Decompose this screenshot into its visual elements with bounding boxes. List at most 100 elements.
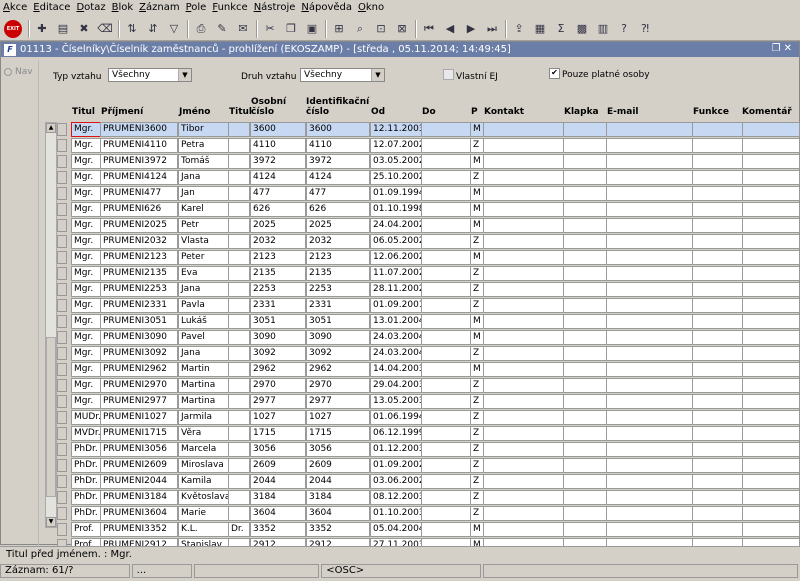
cell-p[interactable]: Z [470, 346, 484, 361]
cell-kontakt[interactable] [483, 154, 564, 169]
table-row[interactable]: Mgr. PRUMENI477 Jan 477 477 01.09.1994 M [57, 186, 800, 202]
cancel-query-icon[interactable]: ⊠ [394, 21, 410, 37]
cell-titul[interactable]: Mgr. [71, 266, 101, 281]
cell-prijmeni[interactable]: PRUMENI3184 [100, 490, 178, 505]
cell-email[interactable] [606, 298, 693, 313]
table-row[interactable]: Mgr. PRUMENI3090 Pavel 3090 3090 24.03.2004 M [57, 330, 800, 346]
menu-item-0[interactable]: Akce [0, 0, 30, 16]
cell-kontakt[interactable] [483, 490, 564, 505]
cell-jmeno[interactable]: Miroslava [178, 458, 229, 473]
menu-item-5[interactable]: Pole [183, 0, 210, 16]
prev-record-icon[interactable]: ◀ [442, 21, 458, 37]
cell-kontakt[interactable] [483, 202, 564, 217]
cell-do[interactable] [421, 186, 471, 201]
cell-funkce[interactable] [692, 314, 743, 329]
cell-do[interactable] [421, 362, 471, 377]
cell-prijmeni[interactable]: PRUMENI3051 [100, 314, 178, 329]
cell-email[interactable] [606, 138, 693, 153]
help-icon[interactable]: ? [616, 21, 632, 37]
row-selector[interactable] [57, 523, 67, 536]
cell-titul[interactable]: Mgr. [71, 282, 101, 297]
cell-do[interactable] [421, 202, 471, 217]
cell-komentar[interactable] [742, 218, 800, 233]
cell-titul2[interactable] [228, 266, 250, 281]
cell-p[interactable]: Z [470, 170, 484, 185]
cell-osobni-cislo[interactable]: 2970 [250, 378, 306, 393]
cell-od[interactable]: 28.11.2002 [370, 282, 422, 297]
cell-osobni-cislo[interactable]: 1027 [250, 410, 306, 425]
cell-funkce[interactable] [692, 426, 743, 441]
cell-osobni-cislo[interactable]: 3972 [250, 154, 306, 169]
document-icon[interactable]: ▦ [532, 21, 548, 37]
cell-od[interactable]: 01.09.2002 [370, 458, 422, 473]
cell-identifikacni-cislo[interactable]: 1027 [306, 410, 370, 425]
chevron-down-icon[interactable]: ▼ [371, 69, 384, 81]
context-help-icon[interactable]: ⁈ [637, 21, 653, 37]
cell-titul2[interactable] [228, 250, 250, 265]
cell-komentar[interactable] [742, 522, 800, 537]
cell-od[interactable]: 01.12.2003 [370, 442, 422, 457]
cell-titul[interactable]: Mgr. [71, 138, 101, 153]
row-selector[interactable] [57, 411, 67, 424]
cell-od[interactable]: 01.10.2003 [370, 506, 422, 521]
cell-titul[interactable]: PhDr. [71, 490, 101, 505]
cell-do[interactable] [421, 378, 471, 393]
cell-jmeno[interactable]: Květoslava [178, 490, 229, 505]
table-row[interactable]: Mgr. PRUMENI626 Karel 626 626 01.10.1998 M [57, 202, 800, 218]
cell-do[interactable] [421, 394, 471, 409]
cell-titul2[interactable] [228, 330, 250, 345]
cell-p[interactable]: Z [470, 394, 484, 409]
clear-record-icon[interactable]: ⌫ [97, 21, 113, 37]
cell-osobni-cislo[interactable]: 626 [250, 202, 306, 217]
cell-od[interactable]: 01.09.1994 [370, 186, 422, 201]
menu-item-8[interactable]: Nápověda [298, 0, 355, 16]
cell-identifikacni-cislo[interactable]: 626 [306, 202, 370, 217]
cell-od[interactable]: 01.10.1998 [370, 202, 422, 217]
table-row[interactable]: Mgr. PRUMENI3972 Tomáš 3972 3972 03.05.2002 M [57, 154, 800, 170]
delete-record-icon[interactable]: ✖ [76, 21, 92, 37]
cell-email[interactable] [606, 378, 693, 393]
row-selector[interactable] [57, 219, 67, 232]
cell-p[interactable]: Z [470, 442, 484, 457]
cell-osobni-cislo[interactable]: 2253 [250, 282, 306, 297]
cell-identifikacni-cislo[interactable]: 2962 [306, 362, 370, 377]
cell-email[interactable] [606, 122, 693, 137]
table-row[interactable]: Mgr. PRUMENI2962 Martin 2962 2962 14.04.2003 M [57, 362, 800, 378]
cell-titul[interactable]: Mgr. [71, 154, 101, 169]
cell-jmeno[interactable]: Věra [178, 426, 229, 441]
cell-do[interactable] [421, 490, 471, 505]
cell-komentar[interactable] [742, 410, 800, 425]
cell-titul2[interactable] [228, 298, 250, 313]
cell-komentar[interactable] [742, 202, 800, 217]
cell-funkce[interactable] [692, 282, 743, 297]
cell-osobni-cislo[interactable]: 2025 [250, 218, 306, 233]
cell-jmeno[interactable]: Peter [178, 250, 229, 265]
cell-do[interactable] [421, 330, 471, 345]
cell-funkce[interactable] [692, 234, 743, 249]
filter-icon[interactable]: ▽ [166, 21, 182, 37]
cell-p[interactable]: Z [470, 458, 484, 473]
cell-funkce[interactable] [692, 298, 743, 313]
row-selector[interactable] [57, 363, 67, 376]
cell-funkce[interactable] [692, 218, 743, 233]
cell-jmeno[interactable]: Marcela [178, 442, 229, 457]
cell-identifikacni-cislo[interactable]: 477 [306, 186, 370, 201]
cell-komentar[interactable] [742, 154, 800, 169]
table-row[interactable]: Mgr. PRUMENI2977 Martina 2977 2977 13.05.2003… [57, 394, 800, 410]
cell-email[interactable] [606, 362, 693, 377]
pouze-platne-checkbox[interactable]: ✔ [549, 68, 560, 79]
cell-klapka[interactable] [563, 362, 607, 377]
cell-titul[interactable]: PhDr. [71, 458, 101, 473]
cell-klapka[interactable] [563, 202, 607, 217]
cell-email[interactable] [606, 410, 693, 425]
cell-osobni-cislo[interactable]: 2977 [250, 394, 306, 409]
cell-funkce[interactable] [692, 250, 743, 265]
cell-funkce[interactable] [692, 474, 743, 489]
cell-identifikacni-cislo[interactable]: 3352 [306, 522, 370, 537]
nav-tab[interactable]: Nav [4, 67, 33, 77]
cell-do[interactable] [421, 506, 471, 521]
cell-email[interactable] [606, 218, 693, 233]
cell-do[interactable] [421, 154, 471, 169]
cell-kontakt[interactable] [483, 442, 564, 457]
cell-jmeno[interactable]: Marie [178, 506, 229, 521]
